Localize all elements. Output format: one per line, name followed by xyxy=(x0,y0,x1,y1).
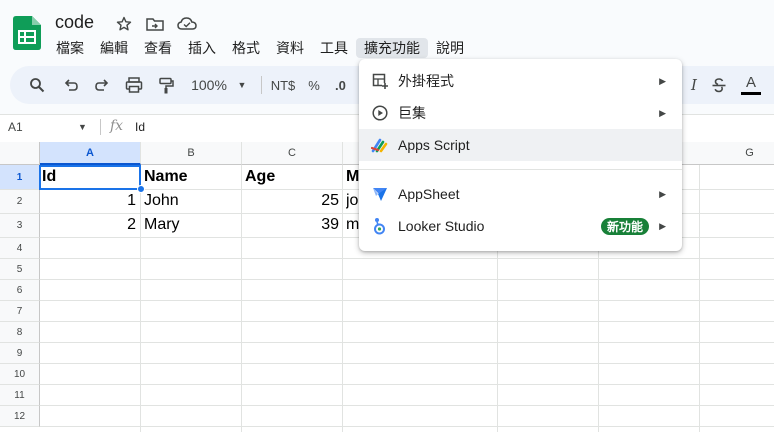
toolbar-divider xyxy=(261,76,262,94)
search-menus-icon[interactable] xyxy=(26,74,48,96)
menu-extensions[interactable]: 擴充功能 xyxy=(356,38,428,58)
formula-bar-divider xyxy=(100,119,101,135)
column-header-a[interactable]: A xyxy=(40,142,141,165)
document-title[interactable]: code xyxy=(55,12,94,33)
cell-c3[interactable]: 39 xyxy=(245,214,339,236)
strikethrough-icon[interactable] xyxy=(709,74,729,96)
cell-b3[interactable]: Mary xyxy=(144,214,239,236)
menu-item-addons[interactable]: 外掛程式 ▶ xyxy=(359,65,682,97)
row-header-6[interactable]: 6 xyxy=(0,280,40,301)
menu-item-label: 外掛程式 xyxy=(398,73,454,89)
move-folder-icon[interactable] xyxy=(145,14,165,34)
cell-d2[interactable]: jo xyxy=(346,190,360,212)
redo-icon[interactable] xyxy=(91,74,113,96)
currency-format-button[interactable]: NT$ xyxy=(268,74,298,96)
cell-c1[interactable]: Age xyxy=(245,166,340,188)
grid-line xyxy=(40,342,774,343)
row-header-7[interactable]: 7 xyxy=(0,301,40,322)
appsheet-icon xyxy=(371,185,389,203)
addon-icon xyxy=(371,72,389,90)
menu-insert[interactable]: 插入 xyxy=(180,38,224,58)
name-box-dropdown-icon[interactable]: ▼ xyxy=(78,122,87,132)
menu-item-apps-script[interactable]: Apps Script xyxy=(359,129,682,161)
looker-studio-icon xyxy=(371,217,389,235)
fx-icon: fx xyxy=(110,118,124,134)
menu-item-macros[interactable]: 巨集 ▶ xyxy=(359,97,682,129)
menu-item-label: Looker Studio xyxy=(398,218,485,234)
grid-line xyxy=(241,165,242,432)
row-header-8[interactable]: 8 xyxy=(0,322,40,343)
grid-line xyxy=(40,405,774,406)
row-header-11[interactable]: 11 xyxy=(0,385,40,406)
submenu-arrow-icon: ▶ xyxy=(659,220,666,231)
row-header-3[interactable]: 3 xyxy=(0,214,40,238)
row-header-2[interactable]: 2 xyxy=(0,190,40,214)
row-header-5[interactable]: 5 xyxy=(0,259,40,280)
cell-c2[interactable]: 25 xyxy=(245,190,339,212)
print-icon[interactable] xyxy=(123,74,145,96)
cell-b2[interactable]: John xyxy=(144,190,239,212)
submenu-arrow-icon: ▶ xyxy=(659,75,666,86)
play-circle-icon xyxy=(371,104,389,122)
row-header-4[interactable]: 4 xyxy=(0,238,40,259)
percent-format-button[interactable]: % xyxy=(305,74,323,96)
grid-line xyxy=(40,300,774,301)
grid-line xyxy=(140,165,141,432)
cell-a3[interactable]: 2 xyxy=(42,214,136,236)
menu-bar: 檔案 編輯 查看 插入 格式 資料 工具 擴充功能 說明 xyxy=(48,38,472,58)
cell-b1[interactable]: Name xyxy=(144,166,239,188)
italic-icon[interactable]: I xyxy=(686,74,702,96)
menu-help[interactable]: 說明 xyxy=(428,38,472,58)
menu-data[interactable]: 資料 xyxy=(268,38,312,58)
menu-edit[interactable]: 編輯 xyxy=(92,38,136,58)
zoom-dropdown-icon[interactable]: ▼ xyxy=(236,74,248,96)
zoom-select[interactable]: 100% xyxy=(188,74,230,96)
text-color-icon[interactable]: A xyxy=(740,74,762,96)
extensions-menu: 外掛程式 ▶ 巨集 ▶ Apps Script AppSheet ▶ Looke… xyxy=(359,59,682,251)
menu-file[interactable]: 檔案 xyxy=(48,38,92,58)
column-header-c[interactable]: C xyxy=(242,142,343,165)
menu-view[interactable]: 查看 xyxy=(136,38,180,58)
menu-item-label: Apps Script xyxy=(398,137,470,153)
submenu-arrow-icon: ▶ xyxy=(659,188,666,199)
menu-item-looker-studio[interactable]: Looker Studio 新功能 ▶ xyxy=(359,210,682,242)
fill-handle[interactable] xyxy=(137,185,145,193)
paint-format-icon[interactable] xyxy=(155,74,177,96)
menu-item-label: 巨集 xyxy=(398,105,426,121)
menu-divider xyxy=(359,169,682,170)
menu-item-appsheet[interactable]: AppSheet ▶ xyxy=(359,178,682,210)
row-header-1[interactable]: 1 xyxy=(0,165,40,190)
decrease-decimal-button[interactable]: .0 xyxy=(335,74,351,96)
grid-line xyxy=(40,279,774,280)
grid-line xyxy=(699,165,700,432)
cell-d3[interactable]: m xyxy=(346,214,360,236)
menu-item-label: AppSheet xyxy=(398,186,460,202)
cell-d1[interactable]: M xyxy=(346,166,360,188)
select-all-corner[interactable] xyxy=(0,142,40,165)
row-header-10[interactable]: 10 xyxy=(0,364,40,385)
menu-tools[interactable]: 工具 xyxy=(312,38,356,58)
undo-icon[interactable] xyxy=(60,74,82,96)
row-header-12[interactable]: 12 xyxy=(0,406,40,427)
name-box[interactable]: A1 xyxy=(8,120,23,134)
submenu-arrow-icon: ▶ xyxy=(659,107,666,118)
cloud-saved-icon[interactable] xyxy=(177,14,197,34)
grid-line xyxy=(342,165,343,432)
grid-line xyxy=(40,384,774,385)
apps-script-icon xyxy=(371,136,389,154)
column-header-b[interactable]: B xyxy=(141,142,242,165)
active-cell-selection xyxy=(39,165,141,190)
menu-format[interactable]: 格式 xyxy=(224,38,268,58)
grid-line xyxy=(40,258,774,259)
grid-line xyxy=(40,321,774,322)
formula-input[interactable]: Id xyxy=(135,120,145,134)
grid-line xyxy=(40,363,774,364)
column-header-g[interactable]: G xyxy=(700,142,774,165)
cell-a2[interactable]: 1 xyxy=(42,190,136,212)
star-icon[interactable] xyxy=(114,14,134,34)
new-feature-badge: 新功能 xyxy=(601,218,650,235)
row-header-9[interactable]: 9 xyxy=(0,343,40,364)
sheets-logo-icon[interactable] xyxy=(13,16,41,50)
grid-line xyxy=(40,426,774,427)
